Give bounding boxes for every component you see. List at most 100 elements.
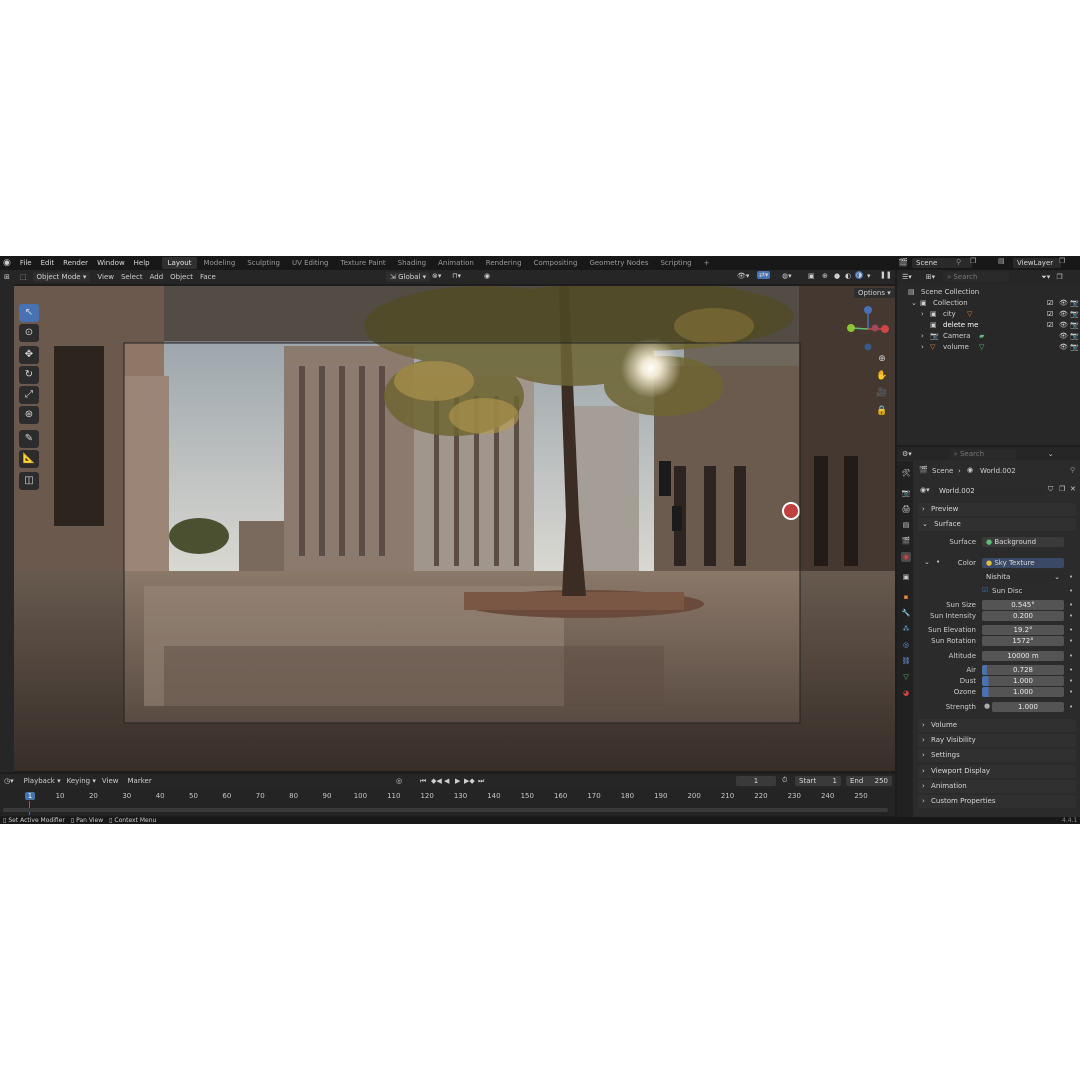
- render-icon[interactable]: 📷: [1070, 309, 1079, 320]
- expand-icon[interactable]: ⌄: [911, 298, 917, 309]
- sun-size-field[interactable]: 0.545°: [982, 600, 1064, 610]
- new-scene-icon[interactable]: ❐: [970, 257, 976, 265]
- play-reverse-icon[interactable]: ◀: [444, 777, 449, 785]
- modifier-tab-icon[interactable]: 🔧: [901, 608, 911, 618]
- keyframe-dot[interactable]: •: [1069, 601, 1073, 609]
- measure-tool-icon[interactable]: 📐: [19, 450, 39, 468]
- panel-preview[interactable]: › Preview: [918, 503, 1076, 516]
- panel-animation[interactable]: › Animation: [918, 780, 1076, 793]
- new-view-layer-icon[interactable]: ❐: [1059, 257, 1065, 265]
- end-frame-field[interactable]: End 250: [846, 776, 892, 786]
- data-tab-icon[interactable]: ▽: [901, 672, 911, 682]
- rotate-tool-icon[interactable]: ↻: [19, 366, 39, 384]
- menu-playback[interactable]: Playback ▾: [24, 777, 61, 785]
- outliner-row-collection[interactable]: ⌄ ▣ Collection ☑ 👁 📷: [897, 298, 1080, 309]
- keyframe-dot[interactable]: •: [1069, 626, 1073, 634]
- keyframe-dot[interactable]: •: [1069, 612, 1073, 620]
- world-name-field[interactable]: World.002: [935, 486, 1045, 496]
- record-icon[interactable]: ◎: [396, 777, 402, 785]
- add-cube-tool-icon[interactable]: ◫: [19, 472, 39, 490]
- shading-options-icon[interactable]: ▾: [867, 272, 871, 280]
- altitude-field[interactable]: 10000 m: [982, 651, 1064, 661]
- select-mode-icon[interactable]: ⬚: [20, 273, 27, 281]
- render-icon[interactable]: 📷: [1070, 298, 1079, 309]
- air-slider[interactable]: 0.728: [982, 665, 1064, 675]
- tab-modeling[interactable]: Modeling: [197, 257, 241, 269]
- xray-icon[interactable]: ▣: [808, 272, 815, 280]
- constraints-tab-icon[interactable]: ⛓: [901, 656, 911, 666]
- tab-geometry-nodes[interactable]: Geometry Nodes: [583, 257, 654, 269]
- strength-socket-icon[interactable]: ●: [984, 702, 990, 710]
- scale-tool-icon[interactable]: ⤢: [19, 386, 39, 404]
- move-tool-icon[interactable]: ✥: [19, 346, 39, 364]
- tab-animation[interactable]: Animation: [432, 257, 480, 269]
- tab-shading[interactable]: Shading: [392, 257, 432, 269]
- color-input-field[interactable]: ● Sky Texture: [982, 558, 1064, 568]
- pivot-icon[interactable]: ⊗▾: [432, 272, 441, 280]
- properties-search-input[interactable]: ⌕ Search: [949, 448, 1016, 459]
- outliner-row-camera[interactable]: › 📷 Camera ▰ 👁 📷: [897, 331, 1080, 342]
- tab-uv-editing[interactable]: UV Editing: [286, 257, 335, 269]
- tool-tab-icon[interactable]: 🛠: [901, 468, 911, 478]
- keyframe-dot[interactable]: •: [1069, 573, 1073, 581]
- eye-icon[interactable]: 👁: [1059, 331, 1068, 342]
- menu-face[interactable]: Face: [200, 273, 216, 281]
- select-box-tool-icon[interactable]: ↖: [19, 304, 39, 322]
- eye-icon[interactable]: 👁: [1059, 320, 1068, 331]
- annotate-tool-icon[interactable]: ✎: [19, 430, 39, 448]
- expand-icon[interactable]: ›: [921, 342, 924, 353]
- gizmo-toggle-icon[interactable]: ⇄▾: [757, 271, 771, 279]
- view-layer-tab-icon[interactable]: ▤: [901, 520, 911, 530]
- timeline-scrollbar[interactable]: [3, 808, 888, 812]
- outliner-row-volume[interactable]: › ▽ volume ▽ 👁 📷: [897, 342, 1080, 353]
- current-frame-field[interactable]: 1: [736, 776, 776, 786]
- timeline-editor-icon[interactable]: ◷▾: [4, 777, 14, 785]
- outliner-row-delete-me[interactable]: ▣ delete me ☑ 👁 📷: [897, 320, 1080, 331]
- menu-timeline-view[interactable]: View: [102, 777, 119, 785]
- object-tab-icon[interactable]: ▪: [901, 592, 911, 602]
- physics-tab-icon[interactable]: ◎: [901, 640, 911, 650]
- properties-options-icon[interactable]: ⌄: [1048, 450, 1054, 458]
- eye-icon[interactable]: 👁: [1059, 309, 1068, 320]
- menu-marker[interactable]: Marker: [128, 777, 152, 785]
- pause-render-icon[interactable]: ❚❚: [880, 271, 892, 279]
- menu-render[interactable]: Render: [63, 259, 88, 267]
- jump-keyframe-forward-icon[interactable]: ▶◆: [464, 777, 475, 785]
- camera-view-icon[interactable]: 🎥: [875, 386, 889, 400]
- filter-icon[interactable]: ⏷▾: [1041, 273, 1050, 282]
- panel-settings[interactable]: › Settings: [918, 749, 1076, 762]
- panel-ray-visibility[interactable]: › Ray Visibility: [918, 734, 1076, 747]
- shading-wireframe-icon[interactable]: ⊕: [822, 272, 828, 280]
- pin-icon[interactable]: ⚲: [1070, 466, 1075, 474]
- properties-editor-icon[interactable]: ⚙▾: [902, 450, 912, 458]
- keyframe-dot[interactable]: •: [1069, 652, 1073, 660]
- render-icon[interactable]: 📷: [1070, 331, 1079, 342]
- jump-start-icon[interactable]: ⏮: [420, 777, 426, 786]
- sun-elevation-field[interactable]: 19.2°: [982, 625, 1064, 635]
- world-tab-icon[interactable]: ◉: [901, 552, 911, 562]
- tab-scripting[interactable]: Scripting: [654, 257, 697, 269]
- keyframe-dot[interactable]: •: [1069, 677, 1073, 685]
- sun-intensity-field[interactable]: 0.200: [982, 611, 1064, 621]
- editor-type-icon[interactable]: ⊞: [4, 273, 10, 281]
- sun-rotation-field[interactable]: 1572°: [982, 636, 1064, 646]
- scene-selector[interactable]: Scene: [912, 258, 972, 268]
- overlay-toggle-icon[interactable]: ◍▾: [782, 272, 792, 280]
- world-browse-icon[interactable]: ◉▾: [920, 486, 930, 494]
- menu-help[interactable]: Help: [134, 259, 150, 267]
- options-dropdown[interactable]: Options ▾: [854, 288, 895, 298]
- sky-type-dropdown[interactable]: Nishita ⌄: [982, 572, 1064, 582]
- shading-material-icon[interactable]: ◐: [845, 272, 851, 280]
- shading-rendered-icon[interactable]: ◑: [855, 271, 864, 279]
- collection-tab-icon[interactable]: ▣: [901, 572, 911, 582]
- menu-object[interactable]: Object: [170, 273, 193, 281]
- cursor-tool-icon[interactable]: ⊙: [19, 324, 39, 342]
- surface-shader-field[interactable]: ● Background: [982, 537, 1064, 547]
- menu-view[interactable]: View: [97, 273, 114, 281]
- expand-icon[interactable]: ›: [921, 309, 924, 320]
- jump-end-icon[interactable]: ⏭: [478, 777, 484, 786]
- dust-slider[interactable]: 1.000: [982, 676, 1064, 686]
- render-tab-icon[interactable]: 📷: [901, 488, 911, 498]
- tab-sculpting[interactable]: Sculpting: [241, 257, 286, 269]
- material-tab-icon[interactable]: ◕: [901, 688, 911, 698]
